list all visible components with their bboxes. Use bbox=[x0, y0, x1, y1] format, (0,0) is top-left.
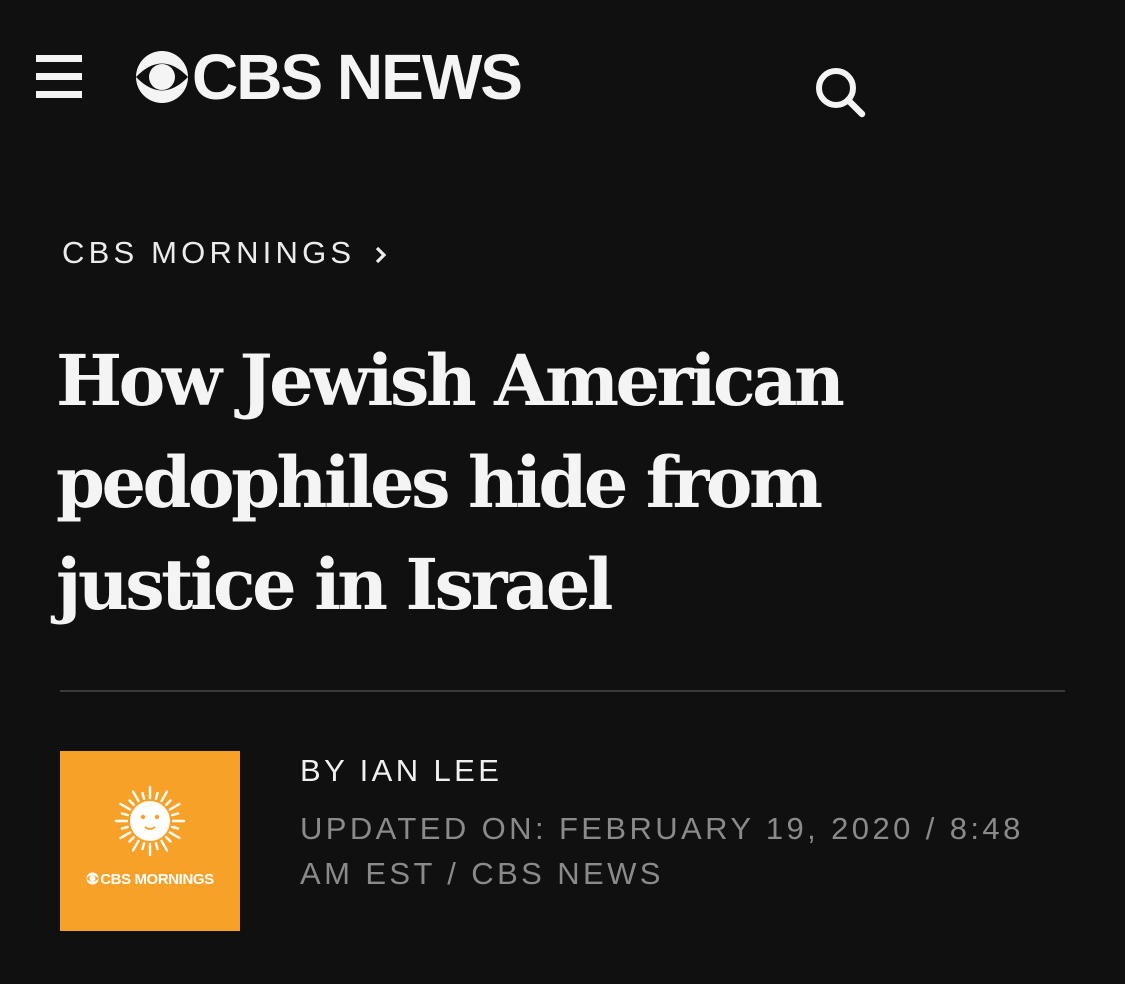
menu-bar bbox=[36, 91, 82, 98]
thumbnail-label-text: CBS MORNINGS bbox=[100, 871, 214, 888]
sun-ray bbox=[120, 812, 129, 817]
show-thumbnail[interactable]: CBS MORNINGS bbox=[60, 751, 240, 931]
sun-ray bbox=[131, 790, 140, 803]
sun-ray bbox=[160, 790, 169, 803]
sun-ray bbox=[120, 825, 129, 830]
sun-ray bbox=[131, 839, 140, 852]
updated-timestamp: UPDATED ON: FEBRUARY 19, 2020 / 8:48 AM … bbox=[300, 811, 1024, 891]
byline[interactable]: BY IAN LEE bbox=[300, 753, 502, 789]
menu-bar bbox=[36, 55, 82, 62]
search-icon[interactable] bbox=[812, 64, 868, 120]
breadcrumb-label: CBS MORNINGS bbox=[62, 235, 356, 270]
hamburger-menu-icon[interactable] bbox=[36, 55, 82, 99]
sun-ray bbox=[154, 842, 159, 851]
sun-ray bbox=[154, 791, 159, 800]
chevron-right-icon bbox=[376, 246, 387, 264]
cbs-news-logo[interactable]: CBS NEWS bbox=[134, 41, 523, 113]
sun-ray bbox=[171, 812, 180, 817]
sun-ray bbox=[160, 839, 169, 852]
sun-ray bbox=[128, 836, 135, 843]
menu-bar bbox=[36, 73, 82, 80]
sun-ray bbox=[119, 802, 132, 811]
breadcrumb[interactable]: CBS MORNINGS bbox=[62, 235, 387, 271]
sun-ray bbox=[165, 836, 172, 843]
sun-ray bbox=[128, 799, 135, 806]
cbs-eye-icon bbox=[86, 872, 99, 885]
divider bbox=[60, 690, 1065, 692]
sun-ray bbox=[119, 831, 132, 840]
thumbnail-label: CBS MORNINGS bbox=[60, 871, 240, 888]
sun-ray bbox=[168, 831, 181, 840]
sun-ray bbox=[141, 842, 146, 851]
logo-wordmark: CBS NEWS bbox=[192, 41, 523, 113]
cbs-mornings-sun-icon bbox=[114, 785, 186, 857]
cbs-eye-icon bbox=[136, 51, 188, 103]
sun-ray bbox=[141, 791, 146, 800]
article-headline: How Jewish American pedophiles hide from… bbox=[56, 339, 845, 626]
sun-ray bbox=[165, 799, 172, 806]
sun-ray bbox=[171, 825, 180, 830]
sun-ray bbox=[168, 802, 181, 811]
